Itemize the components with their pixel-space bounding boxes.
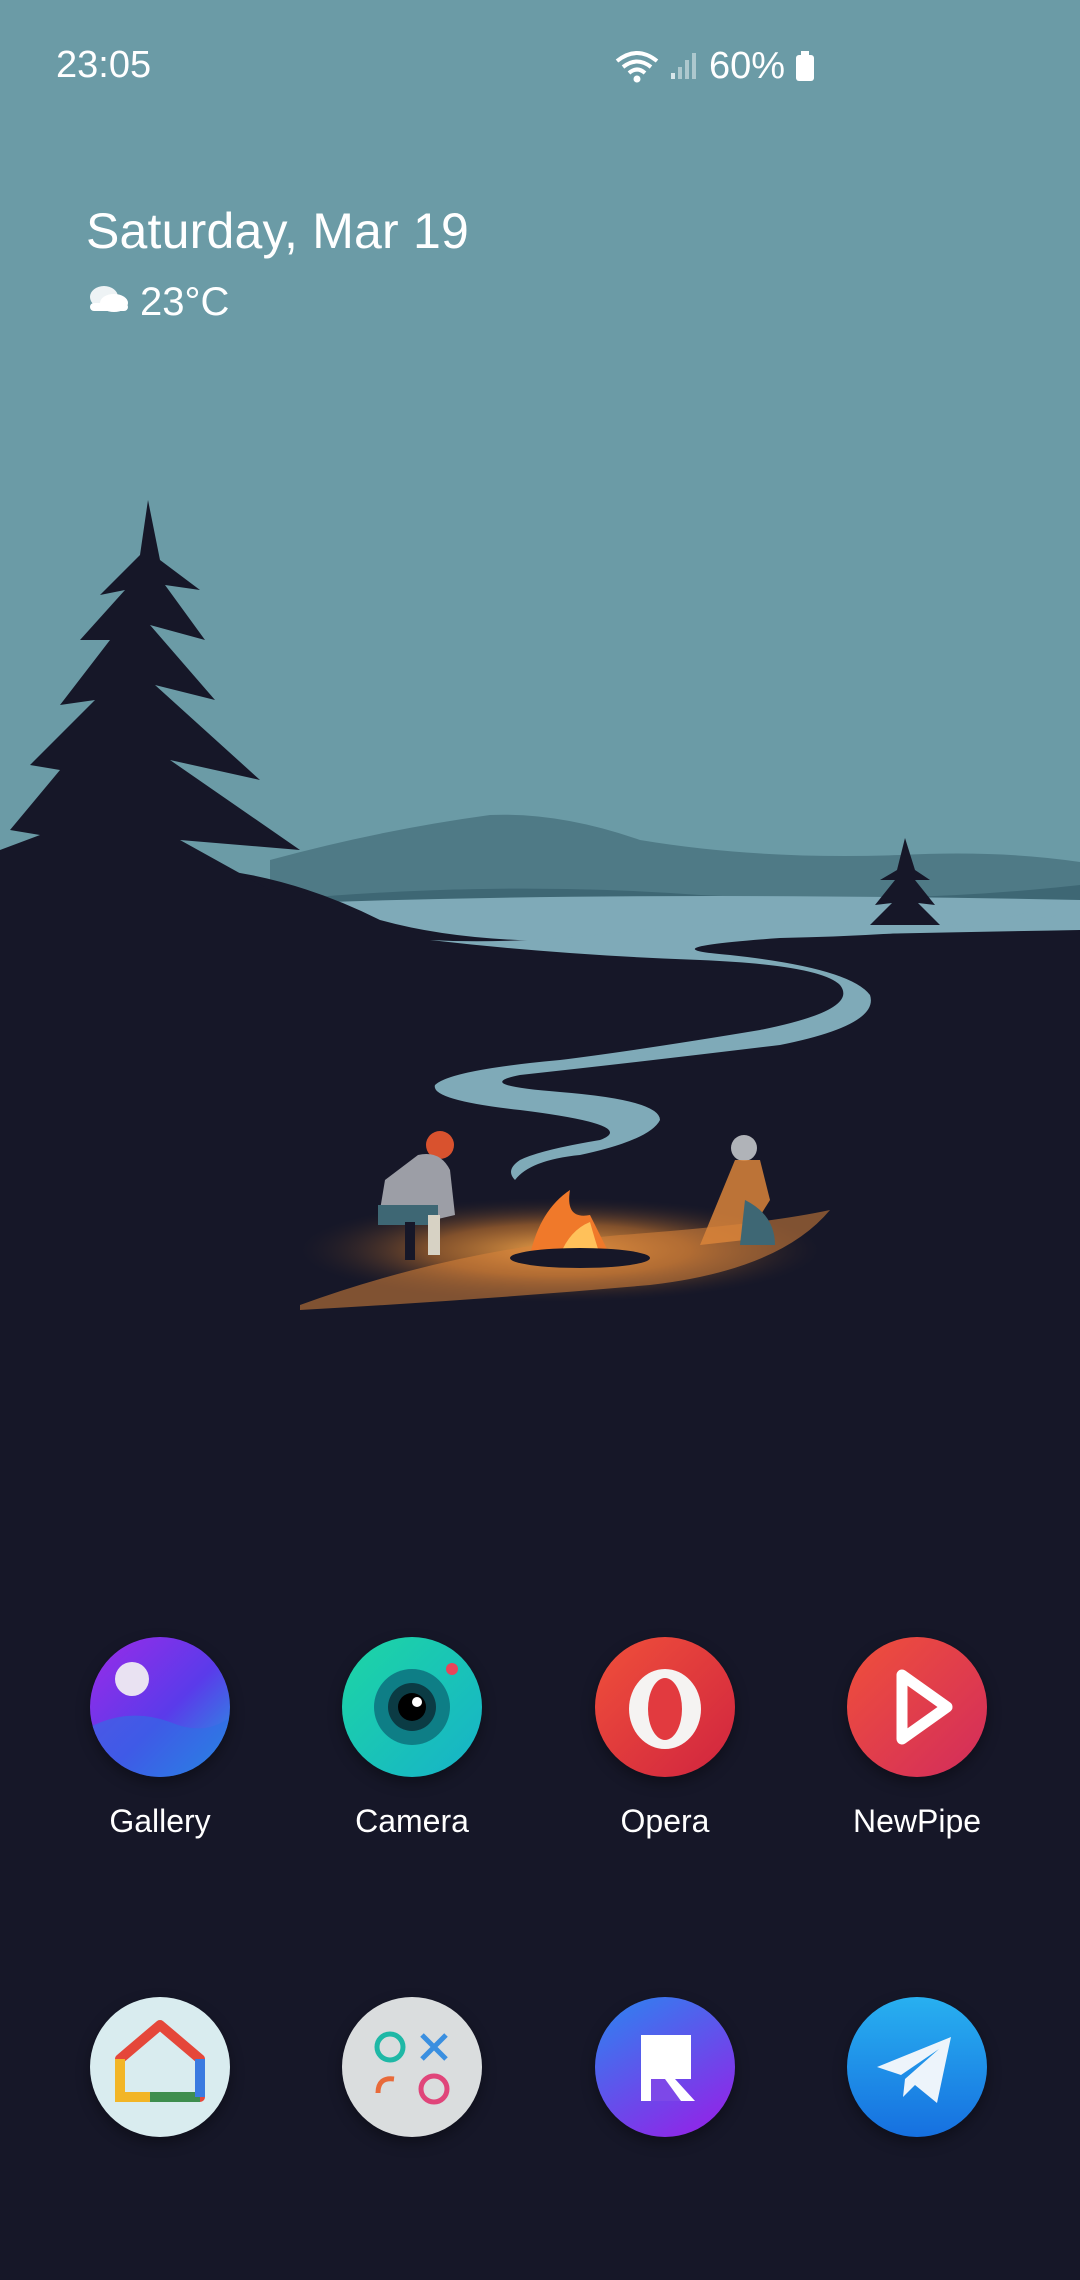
battery-percent: 60% — [709, 44, 786, 87]
cellular-signal-icon — [669, 51, 699, 81]
app-label: Opera — [620, 1803, 710, 1839]
widget-date[interactable]: Saturday, Mar 19 — [86, 202, 469, 260]
app-home[interactable] — [35, 1997, 285, 2163]
app-label: NewPipe — [852, 1803, 982, 1839]
widget-temperature: 23°C — [140, 280, 230, 324]
status-bar: 23:05 60% — [0, 0, 1080, 130]
newpipe-icon[interactable] — [847, 1637, 987, 1777]
status-icons: 60% — [615, 40, 815, 92]
widget-weather[interactable]: 23°C — [86, 280, 469, 325]
app-telegram[interactable] — [792, 1997, 1042, 2163]
app-reader[interactable] — [540, 1997, 790, 2163]
status-time: 23:05 — [56, 44, 152, 86]
camera-icon[interactable] — [342, 1637, 482, 1777]
app-game[interactable] — [287, 1997, 537, 2163]
opera-icon[interactable] — [595, 1637, 735, 1777]
battery-icon — [795, 50, 815, 82]
game-app-icon[interactable] — [342, 1997, 482, 2137]
app-label: Camera — [355, 1803, 469, 1839]
cloud-icon — [86, 280, 130, 325]
app-opera[interactable]: Opera — [540, 1637, 790, 1840]
home-app-icon[interactable] — [90, 1997, 230, 2137]
telegram-icon[interactable] — [847, 1997, 987, 2137]
wallpaper-campfire — [0, 0, 1080, 2280]
gallery-icon[interactable] — [90, 1637, 230, 1777]
app-camera[interactable]: Camera — [287, 1637, 537, 1840]
app-newpipe[interactable]: NewPipe — [792, 1637, 1042, 1840]
app-gallery[interactable]: Gallery — [35, 1637, 285, 1840]
date-weather-widget[interactable]: Saturday, Mar 19 23°C — [86, 202, 469, 325]
reddit-r-app-icon[interactable] — [595, 1997, 735, 2137]
app-label: Gallery — [109, 1803, 211, 1839]
wifi-icon — [615, 49, 659, 83]
